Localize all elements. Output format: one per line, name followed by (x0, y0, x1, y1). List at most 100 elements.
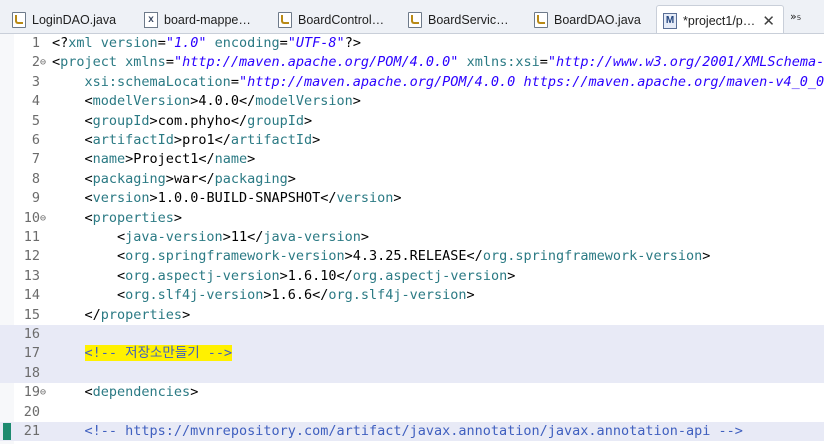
fold-toggle-icon[interactable]: ⊖ (40, 383, 46, 402)
editor-tab[interactable]: M *project1/p… ✕ (656, 5, 784, 33)
code-line[interactable]: 20 (0, 403, 824, 422)
code-token: 1.6.6 (271, 287, 313, 304)
code-line[interactable]: 16 (0, 325, 824, 345)
code-text: <artifactId>pro1</artifactId> (52, 131, 321, 150)
code-line[interactable]: 10 ⊖ <properties> (0, 209, 824, 228)
code-token: artifactId (92, 132, 174, 148)
code-text: <properties> (52, 209, 183, 228)
code-token: </ (312, 287, 329, 304)
code-line[interactable]: 6 <artifactId>pro1</artifactId> (0, 131, 824, 150)
editor-tab[interactable]: BoardControl… (272, 6, 396, 33)
code-token: </ (198, 151, 215, 168)
code-token: org.springframework-version (125, 248, 345, 265)
fold-toggle-icon[interactable]: ⊖ (40, 53, 46, 72)
editor-tab-label: BoardServic… (428, 12, 509, 27)
code-line[interactable]: 15 </properties> (0, 306, 824, 325)
code-token: > (287, 170, 296, 187)
line-number: 15 (23, 306, 40, 323)
editor-tab[interactable]: BoardDAO.java (528, 6, 652, 33)
code-token: pro1 (182, 132, 215, 148)
code-token: encoding (214, 35, 280, 51)
code-text: <version>1.0.0-BUILD-SNAPSHOT</version> (52, 189, 402, 208)
java-file-icon (408, 11, 422, 28)
code-token: "1.0" (165, 35, 207, 51)
code-line[interactable]: 14 <org.slf4j-version>1.6.6</org.slf4j-v… (0, 286, 824, 305)
code-line[interactable]: 7 <name>Project1</name> (0, 150, 824, 169)
code-token: "http://www.w3.org/2001/XMLSchema-instan… (547, 54, 824, 71)
code-token: "UTF-8" (287, 35, 345, 51)
code-text: </properties> (52, 306, 191, 325)
code-line[interactable]: 9 <version>1.0.0-BUILD-SNAPSHOT</version… (0, 189, 824, 208)
editor-tab[interactable]: BoardServic… (402, 6, 522, 33)
code-token: > (165, 170, 174, 187)
code-token: org.slf4j-version (125, 287, 264, 304)
code-line[interactable]: 18 (0, 363, 824, 384)
code-token: < (52, 229, 126, 245)
code-line[interactable]: 11 <java-version>11</java-version> (0, 228, 824, 247)
code-token: version (336, 190, 394, 207)
code-text: <java-version>11</java-version> (52, 228, 369, 247)
code-token: xmlns (125, 54, 166, 71)
code-token: project (60, 54, 126, 71)
code-token: <? (52, 35, 69, 51)
line-number: 12 (23, 248, 40, 265)
code-token: = (230, 73, 239, 90)
line-number: 1 (31, 35, 40, 51)
code-token: dependencies (92, 384, 191, 401)
code-token: > (360, 229, 370, 245)
code-line[interactable]: 5 <groupId>com.phyho</groupId> (0, 112, 824, 131)
code-text: <org.springframework-version>4.3.25.RELE… (52, 247, 710, 266)
code-token: xml (68, 35, 101, 51)
code-token: > (466, 287, 475, 304)
code-token: org.slf4j-version (328, 287, 467, 304)
code-token: groupId (247, 112, 305, 129)
code-line[interactable]: 3 xsi:schemaLocation="http://maven.apach… (0, 73, 824, 92)
code-token: java-version (263, 229, 361, 245)
code-token: </ (320, 190, 337, 207)
code-line[interactable]: 1 <?xml version="1.0" encoding="UTF-8"?> (0, 34, 824, 53)
code-token: < (52, 132, 93, 148)
code-text: <!-- https://mvnrepository.com/artifact/… (52, 422, 743, 441)
editor-tab[interactable]: LoginDAO.java (6, 6, 132, 33)
code-token: = (539, 54, 548, 71)
code-line[interactable]: 8 <packaging>war</packaging> (0, 170, 824, 189)
code-token: 1.0.0-BUILD-SNAPSHOT (157, 190, 321, 207)
close-tab-icon[interactable]: ✕ (762, 12, 775, 30)
code-token: > (149, 190, 158, 207)
tab-overflow-chevron-icon[interactable]: »₅ (790, 10, 801, 23)
code-line[interactable]: 13 <org.aspectj-version>1.6.10</org.aspe… (0, 267, 824, 286)
line-number: 6 (31, 132, 40, 148)
code-token: xmlns:xsi (466, 54, 540, 71)
code-token: com.phyho (157, 112, 231, 129)
code-token: </ (466, 248, 483, 265)
code-editor[interactable]: 1 <?xml version="1.0" encoding="UTF-8"?> 2… (0, 34, 824, 444)
code-token: > (173, 209, 183, 226)
code-text: <modelVersion>4.0.0</modelVersion> (52, 92, 361, 111)
code-token: 1.6.10 (287, 267, 337, 284)
editor-tab[interactable]: x board-mappe… (138, 6, 266, 33)
code-text: <groupId>com.phyho</groupId> (52, 112, 313, 131)
code-line[interactable]: 17 <!-- 저장소만들기 --> (0, 344, 824, 364)
code-token: > (279, 267, 288, 284)
code-token: name (92, 151, 126, 168)
editor-tab-label: *project1/p… (683, 13, 756, 28)
code-token: < (52, 248, 126, 265)
line-number: 14 (23, 287, 40, 304)
code-token: </ (214, 132, 231, 148)
code-token: org.aspectj-version (125, 267, 280, 284)
code-line[interactable]: 4 <modelVersion>4.0.0</modelVersion> (0, 92, 824, 111)
code-token: name (214, 151, 248, 168)
code-line[interactable]: 21 <!-- https://mvnrepository.com/artifa… (0, 422, 824, 442)
editor-tab-label: board-mappe… (164, 12, 251, 27)
code-line[interactable]: 19 ⊖ <dependencies> (0, 383, 824, 402)
code-line[interactable]: 12 <org.springframework-version>4.3.25.R… (0, 247, 824, 266)
code-text: <org.slf4j-version>1.6.6</org.slf4j-vers… (52, 286, 475, 305)
code-line[interactable]: 2 ⊖ <project xmlns="http://maven.apache.or… (0, 53, 824, 72)
line-number: 13 (23, 267, 40, 284)
line-number: 4 (31, 93, 40, 110)
code-token: </ (247, 229, 264, 245)
code-token: "http://maven.apache.org/POM/4.0.0" (173, 54, 459, 71)
code-token: < (52, 209, 93, 226)
fold-toggle-icon[interactable]: ⊖ (40, 209, 46, 228)
